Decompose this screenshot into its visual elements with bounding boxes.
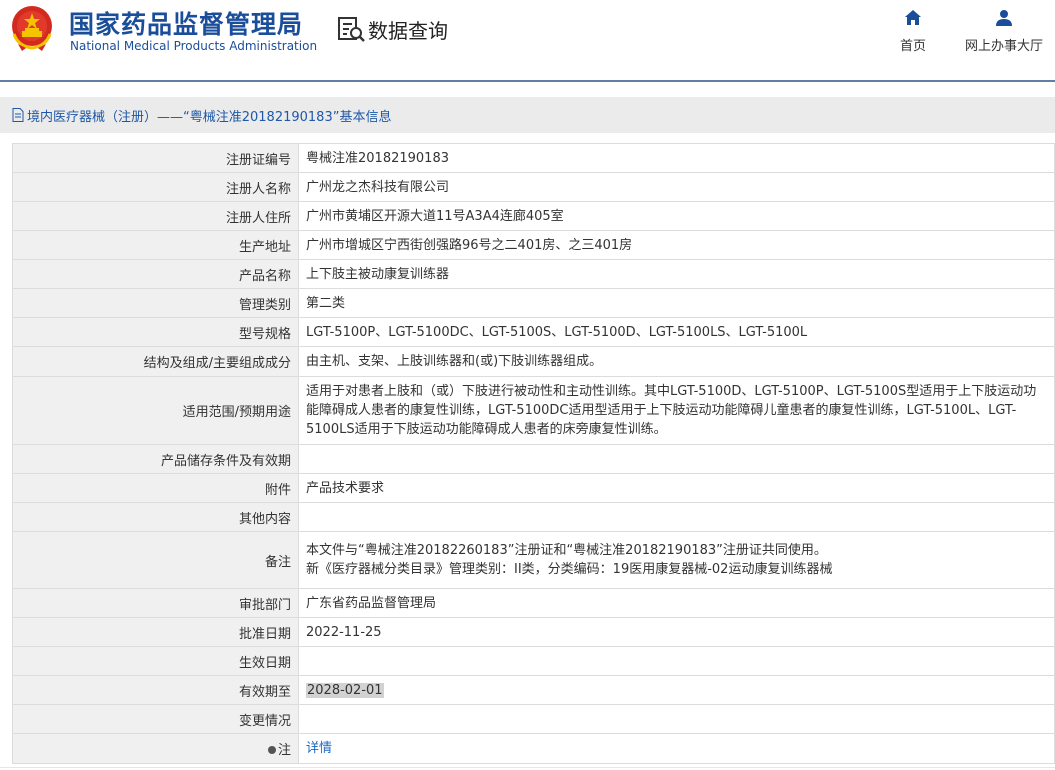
table-row: 生产地址 广州市增城区宁西街创强路96号之二401房、之三401房: [12, 230, 1055, 260]
field-value: [298, 444, 1055, 474]
table-row: 结构及组成/主要组成成分 由主机、支架、上肢训练器和(或)下肢训练器组成。: [12, 346, 1055, 377]
header-divider: [0, 80, 1055, 82]
site-name-cn: 国家药品监督管理局: [69, 10, 304, 39]
data-query-heading: 数据查询: [336, 14, 448, 44]
field-label: 产品储存条件及有效期: [12, 444, 299, 474]
data-query-icon: [338, 17, 365, 42]
remark-line-2: 新《医疗器械分类目录》管理类别：II类，分类编码：19医用康复器械-02运动康复…: [306, 562, 833, 577]
table-row: 有效期至 2028-02-01: [12, 675, 1055, 705]
field-label: 注册人名称: [12, 172, 299, 202]
registration-info-table: 注册证编号 粤械注准20182190183 注册人名称 广州龙之杰科技有限公司 …: [12, 143, 1055, 764]
home-icon: [905, 10, 921, 25]
field-label: 生效日期: [12, 646, 299, 676]
table-row: 注册人住所 广州市黄埔区开源大道11号A3A4连廊405室: [12, 201, 1055, 231]
field-value: LGT-5100P、LGT-5100DC、LGT-5100S、LGT-5100D…: [298, 317, 1055, 347]
field-value: 广州市黄埔区开源大道11号A3A4连廊405室: [298, 201, 1055, 231]
table-row: 适用范围/预期用途 适用于对患者上肢和（或）下肢进行被动性和主动性训练。其中LG…: [12, 376, 1055, 445]
field-label: 产品名称: [12, 259, 299, 289]
lightbulb-icon: [267, 745, 276, 754]
field-label: 变更情况: [12, 704, 299, 734]
field-label: 注册证编号: [12, 143, 299, 173]
table-row: 附件 产品技术要求: [12, 473, 1055, 503]
table-row: 产品名称 上下肢主被动康复训练器: [12, 259, 1055, 289]
record-title-bar: 境内医疗器械（注册）——“粤械注准20182190183”基本信息: [0, 97, 1055, 133]
field-value: [298, 502, 1055, 532]
nav-home[interactable]: 首页: [895, 8, 931, 54]
nav-home-label: 首页: [899, 39, 926, 54]
field-value: 粤械注准20182190183: [298, 143, 1055, 173]
site-name-en: National Medical Products Administration: [70, 39, 318, 53]
field-label: 管理类别: [12, 288, 299, 318]
table-row: 管理类别 第二类: [12, 288, 1055, 318]
field-label: 适用范围/预期用途: [12, 376, 299, 445]
field-value: 2022-11-25: [298, 617, 1055, 647]
user-icon: [996, 10, 1012, 26]
field-value: [298, 704, 1055, 734]
footer-divider: [0, 767, 1055, 768]
field-label: 批准日期: [12, 617, 299, 647]
field-label: 型号规格: [12, 317, 299, 347]
field-label: 备注: [12, 531, 299, 589]
table-row: 变更情况: [12, 704, 1055, 734]
table-row: 注册证编号 粤械注准20182190183: [12, 143, 1055, 173]
field-value: 适用于对患者上肢和（或）下肢进行被动性和主动性训练。其中LGT-5100D、LG…: [298, 376, 1055, 445]
data-query-label: 数据查询: [368, 18, 448, 43]
expiry-date-highlighted: 2028-02-01: [306, 682, 384, 698]
field-value: 由主机、支架、上肢训练器和(或)下肢训练器组成。: [298, 346, 1055, 377]
field-label: 附件: [12, 473, 299, 503]
table-row: 注 详情: [12, 733, 1055, 764]
field-label: 有效期至: [12, 675, 299, 705]
field-value: 广东省药品监督管理局: [298, 588, 1055, 618]
nav-online-service-hall[interactable]: 网上办事大厅: [960, 8, 1048, 54]
field-value: 第二类: [298, 288, 1055, 318]
record-title: 境内医疗器械（注册）——“粤械注准20182190183”基本信息: [27, 109, 392, 125]
field-label: 生产地址: [12, 230, 299, 260]
table-row: 审批部门 广东省药品监督管理局: [12, 588, 1055, 618]
field-value: 产品技术要求: [298, 473, 1055, 503]
table-row: 产品储存条件及有效期: [12, 444, 1055, 474]
field-label: 结构及组成/主要组成成分: [12, 346, 299, 377]
details-link[interactable]: 详情: [306, 741, 332, 756]
field-value: 广州市增城区宁西街创强路96号之二401房、之三401房: [298, 230, 1055, 260]
national-emblem-icon: [12, 6, 52, 51]
field-label: 注: [12, 733, 299, 764]
site-header: 国家药品监督管理局 National Medical Products Admi…: [0, 0, 1055, 80]
field-value: 详情: [298, 733, 1055, 764]
table-row: 备注 本文件与“粤械注准20182260183”注册证和“粤械注准2018219…: [12, 531, 1055, 589]
field-value: 2028-02-01: [298, 675, 1055, 705]
field-label: 审批部门: [12, 588, 299, 618]
note-label: 注: [277, 743, 291, 758]
table-row: 生效日期: [12, 646, 1055, 676]
field-value: 本文件与“粤械注准20182260183”注册证和“粤械注准2018219018…: [298, 531, 1055, 589]
field-label: 其他内容: [12, 502, 299, 532]
remark-line-1: 本文件与“粤械注准20182260183”注册证和“粤械注准2018219018…: [306, 543, 827, 558]
table-row: 其他内容: [12, 502, 1055, 532]
field-value: 广州龙之杰科技有限公司: [298, 172, 1055, 202]
table-row: 批准日期 2022-11-25: [12, 617, 1055, 647]
table-row: 注册人名称 广州龙之杰科技有限公司: [12, 172, 1055, 202]
table-row: 型号规格 LGT-5100P、LGT-5100DC、LGT-5100S、LGT-…: [12, 317, 1055, 347]
field-value: 上下肢主被动康复训练器: [298, 259, 1055, 289]
document-icon: [12, 108, 24, 122]
field-value: [298, 646, 1055, 676]
nav-online-service-hall-label: 网上办事大厅: [964, 39, 1043, 54]
field-label: 注册人住所: [12, 201, 299, 231]
